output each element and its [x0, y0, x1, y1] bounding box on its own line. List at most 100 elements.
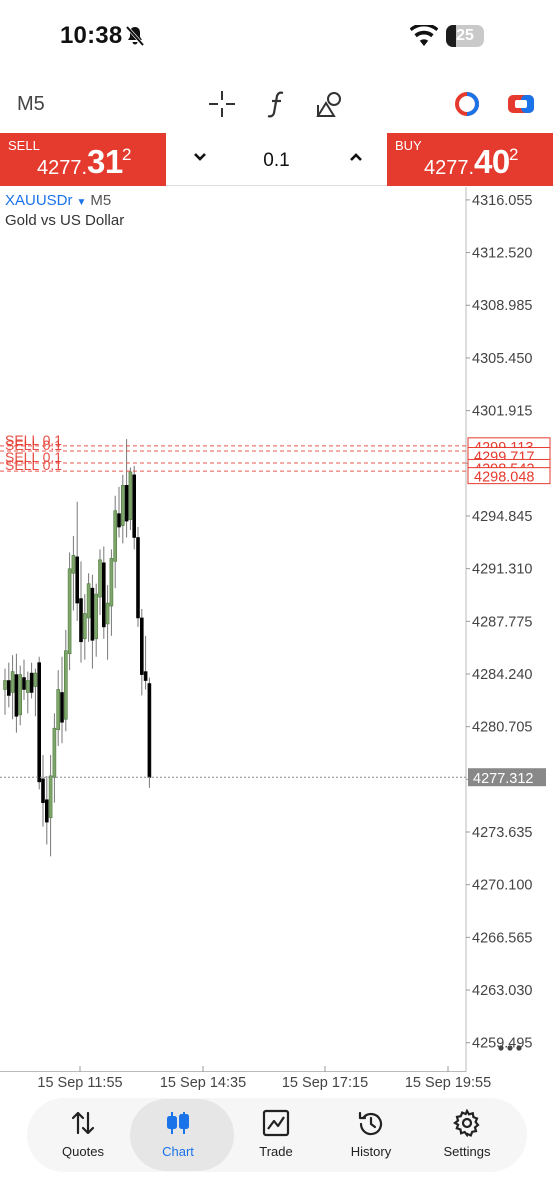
sell-button[interactable]: SELL 4277. 31 2	[0, 133, 166, 186]
trade-chart-icon	[262, 1109, 290, 1137]
price-chart[interactable]: 4316.055 4312.520 4308.985 4305.450 4301.915…	[0, 187, 553, 1072]
candle-bear	[37, 662, 42, 783]
battery-icon: 25	[446, 25, 484, 47]
candle-bull	[52, 727, 57, 778]
sell-price-prefix: 4277.	[37, 157, 88, 179]
candle-bear	[136, 537, 140, 619]
status-time: 10:38	[60, 22, 123, 49]
x-tick-label: 15 Sep 19:55	[404, 1075, 492, 1091]
chevron-up-icon[interactable]	[348, 149, 364, 165]
candle-bull	[10, 671, 15, 693]
tab-history[interactable]: History	[321, 1098, 421, 1172]
candle-bear	[117, 513, 121, 528]
y-tick-label: 4266.565	[472, 930, 532, 946]
y-tick-label: 4270.100	[472, 878, 532, 894]
candle-bear	[22, 677, 26, 690]
tab-label: Quotes	[62, 1144, 104, 1159]
more-dots-icon[interactable]	[497, 1044, 523, 1052]
y-tick-label: 4263.030	[472, 983, 532, 999]
candle-bear	[79, 598, 83, 643]
candle-bull	[86, 583, 91, 619]
chart-toolbar: M5	[0, 76, 553, 132]
y-tick-label: 4284.240	[472, 667, 532, 683]
candle-bear	[124, 485, 129, 522]
order-price-tag-label: 4298.048	[474, 470, 534, 486]
one-click-trading-icon[interactable]	[507, 92, 535, 116]
candle-bull	[48, 775, 53, 818]
buy-button[interactable]: BUY 4277. 40 2	[387, 133, 553, 186]
buy-price-big: 40	[474, 143, 510, 180]
objects-shapes-icon[interactable]	[315, 89, 345, 119]
y-tick-label: 4312.520	[472, 246, 532, 262]
symbol-name[interactable]: XAUUSDr	[5, 192, 73, 209]
sell-price-big: 31	[87, 143, 123, 180]
buy-label: BUY	[395, 138, 422, 153]
indicators-f-icon[interactable]	[264, 89, 290, 119]
candle-bull	[25, 680, 30, 693]
status-bar: 10:38 25	[0, 0, 553, 76]
candle-bear	[44, 799, 49, 823]
candle-bear	[14, 674, 19, 717]
candle-bear	[143, 671, 148, 681]
y-tick-label: 4291.310	[472, 562, 532, 578]
candle-bull	[128, 471, 133, 520]
order-line-label: SELL 0.1	[5, 457, 62, 473]
candle-bull	[33, 672, 38, 687]
one-click-trade-panel: SELL 4277. 31 2 0.1 BUY 4277. 40 2	[0, 133, 553, 186]
candle-bull	[3, 680, 7, 690]
candle-bear	[29, 672, 34, 693]
x-tick-label: 15 Sep 17:15	[281, 1075, 369, 1091]
candle-bear	[41, 778, 45, 804]
y-tick-label: 4301.915	[472, 404, 532, 420]
tab-label: Trade	[259, 1144, 293, 1159]
symbol-dropdown-icon[interactable]: ▼	[77, 197, 87, 208]
symbol-description: Gold vs US Dollar	[5, 212, 125, 229]
tab-chart[interactable]: Chart	[128, 1098, 234, 1172]
y-tick-label: 4308.985	[472, 298, 532, 314]
bottom-tab-bar: Quotes Chart Trade History Settings	[27, 1098, 527, 1172]
candle-bull	[56, 689, 61, 731]
lot-size-control: 0.1	[166, 133, 387, 186]
candle-bull	[71, 555, 76, 574]
chart-canvas[interactable]: 4316.055 4312.520 4308.985 4305.450 4301.915…	[0, 187, 553, 1072]
x-tick-label: 15 Sep 14:35	[159, 1075, 247, 1091]
y-tick-label: 4316.055	[472, 193, 532, 209]
timeframe-selector[interactable]: M5	[17, 93, 45, 116]
candle-bull	[83, 613, 87, 640]
candle-bear	[7, 680, 11, 696]
crosshair-icon[interactable]	[207, 89, 237, 119]
y-tick-label: 4305.450	[472, 351, 532, 367]
wifi-icon	[410, 25, 438, 46]
candle-bear	[60, 692, 64, 723]
tab-label: Settings	[443, 1144, 491, 1159]
sell-price-sup: 2	[122, 145, 132, 164]
history-clock-icon	[358, 1111, 383, 1136]
candlestick-icon	[167, 1112, 189, 1134]
candle-bull	[67, 568, 72, 655]
buy-price-sup: 2	[509, 145, 519, 164]
tab-quotes[interactable]: Quotes	[33, 1098, 133, 1172]
candle-bull	[18, 674, 23, 716]
candle-bear	[132, 474, 136, 538]
symbol-info[interactable]: XAUUSDr ▼ M5	[5, 192, 111, 209]
current-price-tag-label: 4277.312	[473, 771, 533, 787]
candle-bull	[121, 485, 125, 526]
candle-bear	[140, 617, 144, 675]
y-tick-label: 4287.775	[472, 614, 532, 630]
candle-bear	[75, 556, 79, 604]
candle-bull	[94, 593, 98, 640]
candle-bull	[109, 558, 114, 607]
tab-settings[interactable]: Settings	[417, 1098, 517, 1172]
sell-label: SELL	[8, 138, 40, 153]
battery-level: 25	[456, 27, 474, 44]
tab-trade[interactable]: Trade	[226, 1098, 326, 1172]
quotes-arrows-icon	[71, 1111, 95, 1135]
candle-bear	[102, 562, 106, 628]
candle-bull	[113, 510, 117, 562]
y-tick-label: 4294.845	[472, 509, 532, 525]
tab-label: History	[350, 1144, 392, 1159]
account-ring-icon[interactable]	[453, 90, 481, 118]
candle-bull	[98, 559, 102, 598]
candle-bull	[105, 602, 110, 625]
bell-muted-icon	[125, 25, 145, 47]
